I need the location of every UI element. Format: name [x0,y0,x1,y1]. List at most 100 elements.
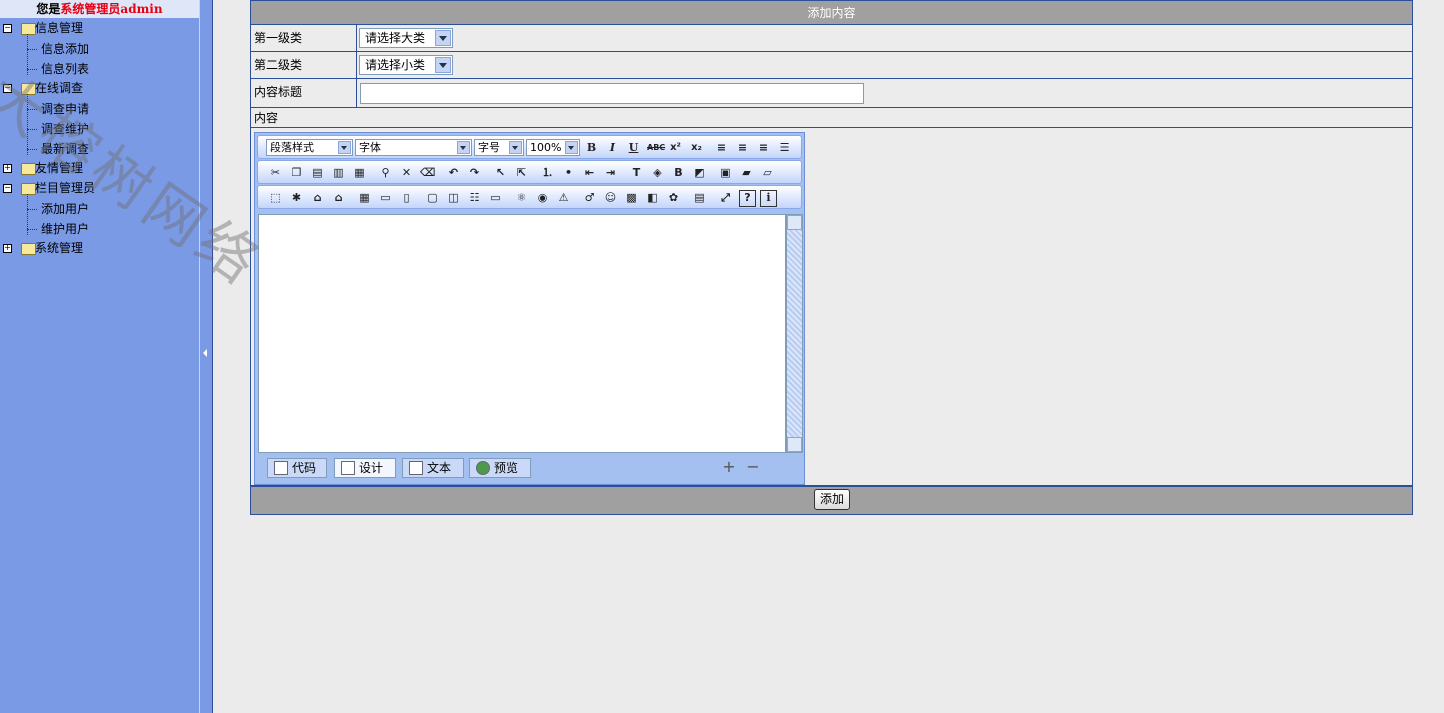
remove-link-icon[interactable]: ⚠ [556,190,571,205]
globe-link-icon[interactable]: ◉ [535,190,550,205]
chevron-down-icon[interactable] [457,141,470,154]
field-icon[interactable]: ◫ [446,190,461,205]
nav-item-latest-survey[interactable]: 最新调查 [41,139,89,159]
layer-icon[interactable]: ▰ [739,165,754,180]
superscript-icon[interactable]: x² [668,140,683,155]
subscript-icon[interactable]: x₂ [689,140,704,155]
nav-item-add-info[interactable]: 信息添加 [41,39,89,59]
expand-toggle-icon[interactable]: + [3,164,12,173]
nav-group-survey[interactable]: 在线调查 [35,78,83,98]
nav-group-info[interactable]: 信息管理 [35,18,83,38]
chevron-down-icon[interactable] [338,141,351,154]
background-color-icon[interactable]: ◩ [692,165,707,180]
nav-item-add-user[interactable]: 添加用户 [41,199,89,219]
home-icon[interactable]: ⌂ [331,190,346,205]
excel-icon[interactable]: ▩ [624,190,639,205]
flash-icon[interactable]: ✱ [289,190,304,205]
chevron-down-icon[interactable] [435,57,451,73]
unordered-list-icon[interactable]: • [561,165,576,180]
undo-icon[interactable]: ↶ [446,165,461,180]
collapse-toggle-icon[interactable]: − [3,184,12,193]
tab-text[interactable]: 文本 [402,458,464,478]
paragraph-style-select[interactable]: 段落样式 [266,139,353,156]
tab-code[interactable]: 代码 [267,458,327,478]
align-right-icon[interactable]: ≡ [756,140,771,155]
nav-group-system[interactable]: 系统管理 [35,238,83,258]
table-frame-icon[interactable]: ▣ [718,165,733,180]
minus-icon[interactable]: − [745,458,761,476]
bold-icon[interactable]: B [584,140,599,155]
insert-column-icon[interactable]: ▯ [399,190,414,205]
help-icon[interactable]: ? [739,190,756,207]
category2-select[interactable]: 请选择小类 [359,55,453,75]
expand-toggle-icon[interactable]: + [3,244,12,253]
zoom-select[interactable]: 100% [526,139,580,156]
chevron-down-icon[interactable] [509,141,522,154]
bug-icon[interactable]: ✿ [666,190,681,205]
tab-preview[interactable]: 预览 [469,458,531,478]
insert-table-icon[interactable]: ▦ [357,190,372,205]
list-field-icon[interactable]: ☷ [467,190,482,205]
indent-decrease-icon[interactable]: ⇤ [582,165,597,180]
font-background-icon[interactable]: B [671,165,686,180]
font-size-select[interactable]: 字号 [474,139,524,156]
insert-file-icon[interactable]: ◧ [645,190,660,205]
ordered-list-icon[interactable]: ⒈ [540,165,555,180]
category1-select[interactable]: 请选择大类 [359,28,453,48]
nav-item-info-list[interactable]: 信息列表 [41,59,89,79]
sidebar-splitter[interactable] [199,0,213,713]
eraser-icon[interactable]: ⌫ [420,165,436,180]
align-left-icon[interactable]: ≡ [714,140,729,155]
scroll-down-icon[interactable] [787,437,802,452]
editor-scrollbar[interactable] [786,214,803,453]
chevron-down-icon[interactable] [435,30,451,46]
insert-row-icon[interactable]: ▭ [378,190,393,205]
strikethrough-icon[interactable]: ABC [647,140,665,155]
redo-icon[interactable]: ↷ [467,165,482,180]
nav-item-maintain-user[interactable]: 维护用户 [41,219,89,239]
underline-icon[interactable]: U [626,140,641,155]
special-char-icon[interactable]: ♂ [582,190,597,205]
align-justify-icon[interactable]: ☰ [777,140,792,155]
collapse-toggle-icon[interactable]: − [3,24,12,33]
plus-icon[interactable]: + [721,458,737,476]
input-field-icon[interactable]: ▭ [488,190,503,205]
fullscreen-icon[interactable]: ⤢ [718,190,733,205]
nav-item-survey-apply[interactable]: 调查申请 [41,99,89,119]
align-center-icon[interactable]: ≡ [735,140,750,155]
image-icon[interactable]: ⌂ [310,190,325,205]
nav-group-column-admin[interactable]: 栏目管理员 [35,178,95,198]
indent-increase-icon[interactable]: ⇥ [603,165,618,180]
nav-item-survey-maintain[interactable]: 调查维护 [41,119,89,139]
form-footer: 添加 [250,486,1413,515]
editor-content-area[interactable] [258,214,786,453]
left-arrow-icon[interactable] [203,349,207,357]
info-icon[interactable]: i [760,190,777,207]
page-break-icon[interactable]: ▤ [692,190,707,205]
form-icon[interactable]: ▢ [425,190,440,205]
add-button[interactable]: 添加 [814,489,850,510]
web-icon[interactable]: ⚛ [514,190,529,205]
select-icon[interactable]: ↖ [493,165,508,180]
select-all-icon[interactable]: ⬚ [268,190,283,205]
layer-front-icon[interactable]: ▱ [760,165,775,180]
find-icon[interactable]: ⚲ [378,165,393,180]
tab-design[interactable]: 设计 [334,458,396,478]
emoticon-icon[interactable]: ☺ [603,190,618,205]
chevron-down-icon[interactable] [565,141,578,154]
scroll-up-icon[interactable] [787,215,802,230]
paste-text-icon[interactable]: ▥ [331,165,346,180]
paste-word-icon[interactable]: ▦ [352,165,367,180]
font-select[interactable]: 字体 [355,139,472,156]
highlight-color-icon[interactable]: ◈ [650,165,665,180]
absolute-position-icon[interactable]: ⇱ [514,165,529,180]
collapse-toggle-icon[interactable]: − [3,84,12,93]
paste-icon[interactable]: ▤ [310,165,325,180]
title-input[interactable] [360,83,864,104]
delete-icon[interactable]: ✕ [399,165,414,180]
italic-icon[interactable]: I [605,140,620,155]
text-color-icon[interactable]: T [629,165,644,180]
nav-group-links[interactable]: 友情管理 [35,158,83,178]
cut-icon[interactable]: ✂ [268,165,283,180]
copy-icon[interactable]: ❐ [289,165,304,180]
